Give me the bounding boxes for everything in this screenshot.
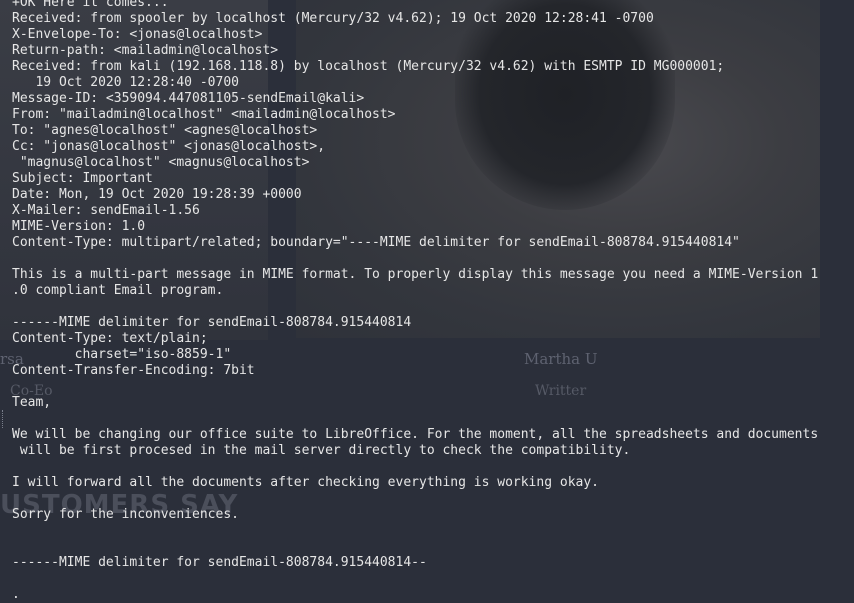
terminal-line: Date: Mon, 19 Oct 2020 19:28:39 +0000	[12, 187, 302, 202]
terminal-line: Subject: Important	[12, 171, 153, 186]
terminal-line: will be first procesed in the mail serve…	[12, 443, 631, 458]
terminal-line: .	[12, 587, 20, 602]
terminal-output[interactable]: +OK Here it comes... Received: from spoo…	[12, 0, 854, 603]
terminal-line: Sorry for the inconveniences.	[12, 507, 239, 522]
terminal-line: ------MIME delimiter for sendEmail-80878…	[12, 555, 427, 570]
terminal-line: I will forward all the documents after c…	[12, 475, 599, 490]
terminal-line: Message-ID: <359094.447081105-sendEmail@…	[12, 91, 365, 106]
terminal-line: Return-path: <mailadmin@localhost>	[12, 43, 279, 58]
terminal-line: We will be changing our office suite to …	[12, 427, 819, 442]
terminal-line: MIME-Version: 1.0	[12, 219, 146, 234]
terminal-line: +OK Here it comes...	[12, 0, 169, 10]
terminal-line: This is a multi-part message in MIME for…	[12, 267, 819, 282]
terminal-line: Content-Type: text/plain;	[12, 331, 208, 346]
terminal-line: Content-Type: multipart/related; boundar…	[12, 235, 740, 250]
terminal-line: Cc: "jonas@localhost" <jonas@localhost>,	[12, 139, 326, 154]
terminal-scroll-marker	[2, 410, 6, 428]
terminal-line: Received: from kali (192.168.118.8) by l…	[12, 59, 725, 74]
terminal-line: "magnus@localhost" <magnus@localhost>	[12, 155, 310, 170]
terminal-line: From: "mailadmin@localhost" <mailadmin@l…	[12, 107, 396, 122]
terminal-line: Content-Transfer-Encoding: 7bit	[12, 363, 255, 378]
terminal-line: To: "agnes@localhost" <agnes@localhost>	[12, 123, 318, 138]
terminal-line: ------MIME delimiter for sendEmail-80878…	[12, 315, 412, 330]
terminal-line: X-Envelope-To: <jonas@localhost>	[12, 27, 263, 42]
terminal-line: Team,	[12, 395, 52, 410]
terminal-line: Received: from spooler by localhost (Mer…	[12, 11, 654, 26]
terminal-line: 19 Oct 2020 12:28:40 -0700	[12, 75, 239, 90]
terminal-line: .0 compliant Email program.	[12, 283, 224, 298]
terminal-line: X-Mailer: sendEmail-1.56	[12, 203, 200, 218]
terminal-line: charset="iso-8859-1"	[12, 347, 232, 362]
